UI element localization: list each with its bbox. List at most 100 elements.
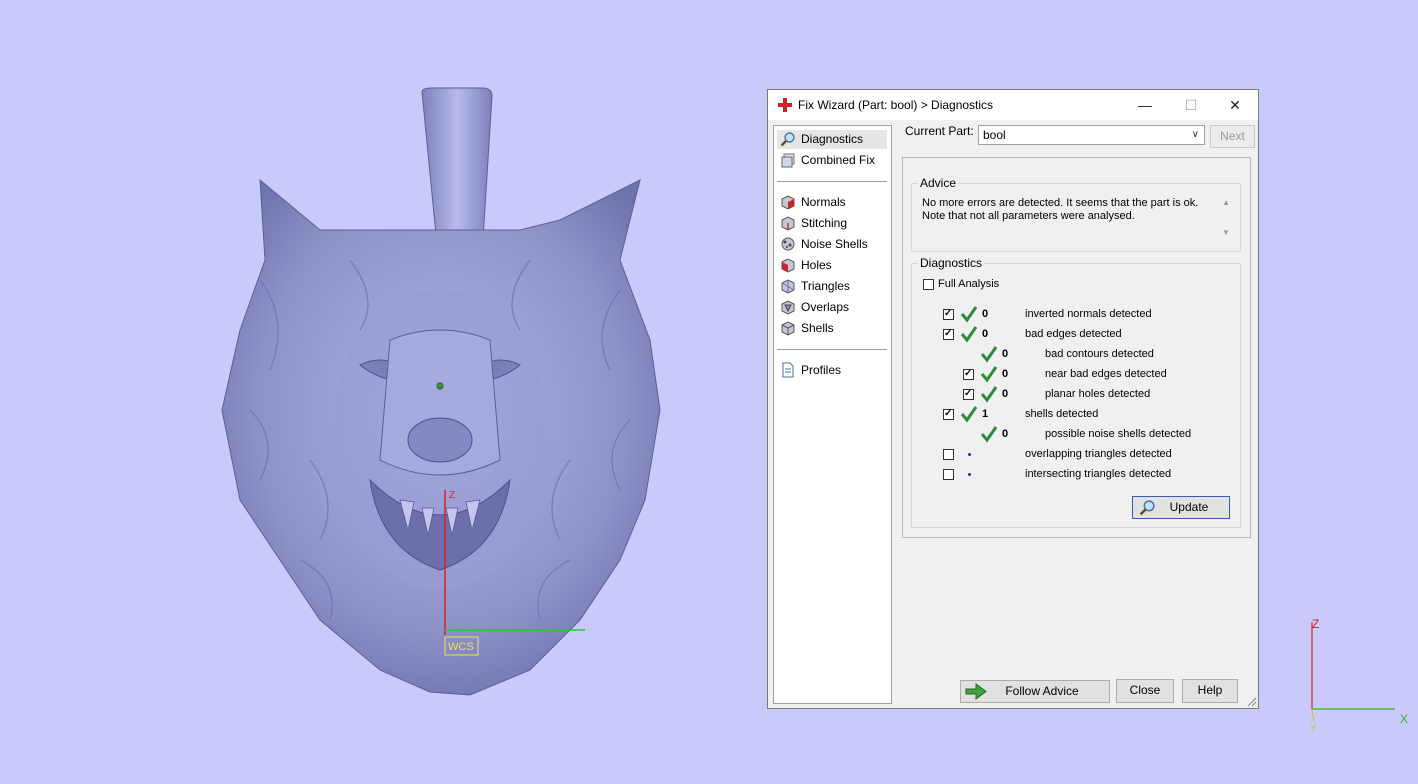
chevron-down-icon: ∨ bbox=[1191, 129, 1199, 140]
green-check-icon bbox=[980, 366, 998, 383]
nav-divider bbox=[777, 349, 887, 350]
stitching-cube-icon bbox=[781, 216, 795, 231]
green-check-icon bbox=[980, 426, 998, 443]
nav-item-combined-fix[interactable]: Combined Fix bbox=[777, 151, 887, 170]
noise-shells-text: possible noise shells detected bbox=[1045, 428, 1192, 440]
nav-label: Holes bbox=[801, 258, 832, 272]
current-part-label: Current Part: bbox=[905, 124, 974, 138]
diagnostics-label: Diagnostics bbox=[918, 256, 985, 270]
inverted-normals-count: 0 bbox=[982, 308, 989, 320]
green-check-icon bbox=[980, 386, 998, 403]
axis-triad: Z X Y bbox=[1310, 617, 1408, 734]
nav-label: Triangles bbox=[801, 279, 850, 293]
follow-advice-label: Follow Advice bbox=[1005, 684, 1079, 698]
next-button[interactable]: Next bbox=[1210, 125, 1255, 148]
intersecting-triangles-checkbox[interactable] bbox=[943, 469, 954, 480]
wolf-pendant-model[interactable]: Z WCS bbox=[200, 80, 680, 720]
axis-z-label: Z bbox=[449, 490, 455, 501]
overlaps-cube-icon bbox=[781, 300, 795, 315]
shells-checkbox[interactable] bbox=[943, 407, 954, 420]
pending-dot-icon bbox=[968, 453, 971, 456]
triad-x-label: X bbox=[1400, 712, 1408, 726]
nav-item-profiles[interactable]: Profiles bbox=[777, 361, 887, 380]
update-button[interactable]: Update bbox=[1132, 496, 1230, 519]
intersecting-triangles-text: intersecting triangles detected bbox=[1025, 468, 1172, 480]
shells-cube-icon bbox=[781, 321, 795, 336]
advice-label: Advice bbox=[918, 176, 959, 190]
fix-wizard-dialog: Fix Wizard (Part: bool) > Diagnostics — … bbox=[767, 89, 1259, 709]
bad-contours-text: bad contours detected bbox=[1045, 348, 1154, 360]
advice-group: Advice No more errors are detected. It s… bbox=[911, 176, 1241, 252]
nav-item-overlaps[interactable]: Overlaps bbox=[777, 298, 887, 317]
nav-item-shells[interactable]: Shells bbox=[777, 319, 887, 338]
nav-item-triangles[interactable]: Triangles bbox=[777, 277, 887, 296]
green-check-icon bbox=[980, 346, 998, 363]
document-icon bbox=[782, 362, 794, 378]
green-check-icon bbox=[960, 306, 978, 323]
red-cross-icon bbox=[778, 98, 792, 112]
window-title: Fix Wizard (Part: bool) > Diagnostics bbox=[798, 98, 994, 112]
inverted-normals-checkbox[interactable] bbox=[943, 307, 954, 320]
noise-shells-count: 0 bbox=[1002, 428, 1009, 440]
magnifier-icon bbox=[780, 132, 795, 147]
triad-z-label: Z bbox=[1312, 617, 1319, 631]
current-part-select[interactable]: bool ∨ bbox=[978, 125, 1205, 145]
planar-holes-text: planar holes detected bbox=[1045, 388, 1151, 400]
nav-label: Stitching bbox=[801, 216, 848, 230]
nav-label: Shells bbox=[801, 321, 834, 335]
near-bad-edges-checkbox[interactable] bbox=[963, 367, 974, 380]
update-button-label: Update bbox=[1169, 500, 1209, 514]
pending-dot-icon bbox=[968, 473, 971, 476]
follow-advice-button[interactable]: Follow Advice bbox=[960, 680, 1110, 703]
nav-item-holes[interactable]: Holes bbox=[777, 256, 887, 275]
scroll-down-icon[interactable]: ▼ bbox=[1222, 228, 1230, 237]
wcs-label: WCS bbox=[448, 641, 474, 653]
nav-divider bbox=[777, 181, 887, 182]
close-icon[interactable]: ✕ bbox=[1212, 90, 1258, 120]
overlapping-triangles-text: overlapping triangles detected bbox=[1025, 448, 1172, 460]
minimize-icon[interactable]: — bbox=[1122, 90, 1168, 120]
green-arrow-icon bbox=[965, 683, 987, 700]
shells-text: shells detected bbox=[1025, 408, 1099, 420]
nav-item-diagnostics[interactable]: Diagnostics bbox=[777, 130, 887, 149]
advice-line-2: Note that not all parameters were analys… bbox=[922, 210, 1135, 222]
near-bad-edges-count: 0 bbox=[1002, 368, 1009, 380]
close-button[interactable]: Close bbox=[1116, 679, 1174, 703]
triad-y-label: Y bbox=[1310, 723, 1317, 734]
nav-label: Profiles bbox=[801, 363, 842, 377]
normals-cube-icon bbox=[781, 195, 795, 210]
holes-cube-icon bbox=[781, 258, 795, 273]
nav-item-stitching[interactable]: Stitching bbox=[777, 214, 887, 233]
magnifier-icon bbox=[1139, 500, 1155, 516]
resize-grip-icon[interactable] bbox=[1247, 697, 1257, 707]
triangles-cube-icon bbox=[781, 279, 795, 294]
nav-label: Noise Shells bbox=[801, 237, 868, 251]
bad-edges-count: 0 bbox=[982, 328, 989, 340]
overlapping-triangles-checkbox[interactable] bbox=[943, 449, 954, 460]
full-analysis-label: Full Analysis bbox=[938, 278, 1000, 290]
nav-label: Overlaps bbox=[801, 300, 850, 314]
bad-contours-count: 0 bbox=[1002, 348, 1009, 360]
planar-holes-count: 0 bbox=[1002, 388, 1009, 400]
bad-edges-checkbox[interactable] bbox=[943, 327, 954, 340]
nav-label: Combined Fix bbox=[801, 153, 876, 167]
bad-edges-text: bad edges detected bbox=[1025, 328, 1122, 340]
nav-label: Normals bbox=[801, 195, 846, 209]
full-analysis-checkbox[interactable] bbox=[923, 279, 934, 290]
scroll-up-icon[interactable]: ▲ bbox=[1222, 198, 1230, 207]
diagnostics-group: Diagnostics Full Analysis 0 inverted nor… bbox=[911, 256, 1241, 528]
green-check-icon bbox=[960, 406, 978, 423]
advice-line-1: No more errors are detected. It seems th… bbox=[922, 197, 1199, 209]
help-button[interactable]: Help bbox=[1182, 679, 1238, 703]
planar-holes-checkbox[interactable] bbox=[963, 387, 974, 400]
shells-count: 1 bbox=[982, 408, 989, 420]
nav-item-noise-shells[interactable]: Noise Shells bbox=[777, 235, 887, 254]
title-bar[interactable]: Fix Wizard (Part: bool) > Diagnostics — … bbox=[768, 90, 1258, 120]
maximize-icon[interactable]: ☐ bbox=[1168, 90, 1214, 120]
cube-stack-icon bbox=[781, 153, 795, 168]
inverted-normals-text: inverted normals detected bbox=[1025, 308, 1152, 320]
wizard-nav: Diagnostics Combined Fix Normals Stitchi… bbox=[773, 125, 892, 704]
nav-label: Diagnostics bbox=[801, 132, 864, 146]
nav-item-normals[interactable]: Normals bbox=[777, 193, 887, 212]
green-check-icon bbox=[960, 326, 978, 343]
